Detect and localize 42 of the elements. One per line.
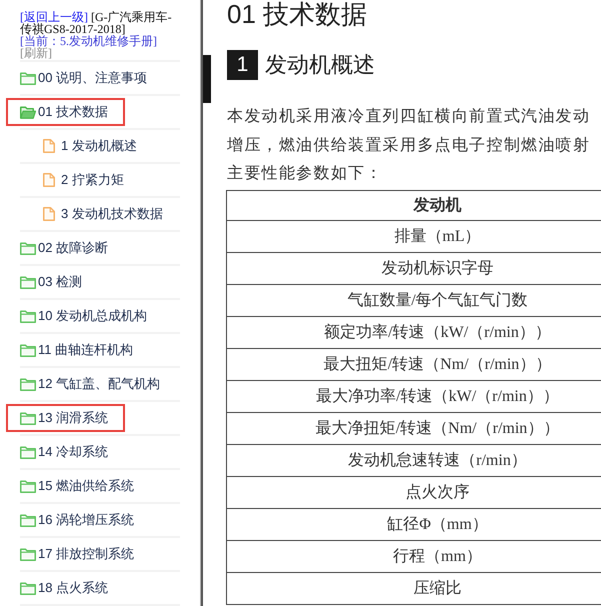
table-cell: 排量（mL） xyxy=(227,220,601,252)
table-cell: 缸径Φ（mm） xyxy=(227,508,601,540)
table-cell: 最大净扭矩/转速（Nm/（r/min）） xyxy=(227,412,601,444)
section-title: 发动机概述 xyxy=(265,51,375,79)
table-cell: 气缸数量/每个气缸气门数 xyxy=(227,284,601,316)
tree-item[interactable]: 00 说明、注意事项 xyxy=(20,62,180,96)
back-link[interactable]: [返回上一级] xyxy=(20,10,88,24)
breadcrumb-text: [返回上一级] [G-广汽乘用车-传祺GS8-2017-2018] xyxy=(20,11,173,35)
tree-item[interactable]: 11 曲轴连杆机构 xyxy=(20,334,180,368)
tree-item[interactable]: 2 拧紧力矩 xyxy=(20,164,180,198)
current-manual-link[interactable]: [当前：5.发动机维修手册] xyxy=(20,35,157,47)
table-header-cell: 发动机 xyxy=(227,190,601,220)
table-cell: 发动机怠速转速（r/min） xyxy=(227,444,601,476)
document-title: 01 技术数据 xyxy=(226,0,368,28)
tree-item[interactable]: 3 发动机技术数据 xyxy=(20,198,180,232)
paragraph-line: 主要性能参数如下： xyxy=(227,164,384,184)
table-cell: 压缩比 xyxy=(227,572,601,604)
page-edge-marker xyxy=(203,55,211,103)
tree-item[interactable]: 01 技术数据 xyxy=(20,96,180,130)
document-icon xyxy=(43,173,55,187)
section-number: 1 xyxy=(227,50,258,80)
tree-item[interactable]: 13 润滑系统 xyxy=(20,402,180,436)
tree-item[interactable]: 03 检测 xyxy=(20,266,180,300)
tree-item[interactable]: 12 气缸盖、配气机构 xyxy=(20,368,180,402)
document-icon xyxy=(43,207,55,221)
tree-item[interactable]: 16 涡轮增压系统 xyxy=(20,504,180,538)
tree-item[interactable]: 15 燃油供给系统 xyxy=(20,470,180,504)
table-cell: 最大扭矩/转速（Nm/（r/min）） xyxy=(227,348,601,380)
tree-item[interactable]: 1 发动机概述 xyxy=(20,130,180,164)
tree-item[interactable]: 14 冷却系统 xyxy=(20,436,180,470)
tree-item[interactable]: 10 发动机总成机构 xyxy=(20,300,180,334)
tree-item[interactable]: 17 排放控制系统 xyxy=(20,538,180,572)
table-cell: 额定功率/转速（kW/（r/min）） xyxy=(227,316,601,348)
table-cell: 最大净功率/转速（kW/（r/min）） xyxy=(227,380,601,412)
table-cell: 发动机标识字母 xyxy=(227,252,601,284)
table-cell: 行程（mm） xyxy=(227,540,601,572)
document-icon xyxy=(43,139,55,153)
table-cell: 点火次序 xyxy=(227,476,601,508)
paragraph-line: 本发动机采用液冷直列四缸横向前置式汽油发动 xyxy=(227,106,592,127)
tree-item[interactable]: 18 点火系统 xyxy=(20,572,180,606)
tree-item[interactable]: 02 故障诊断 xyxy=(20,232,180,266)
paragraph-line: 增压，燃油供给装置采用多点电子控制燃油喷射 xyxy=(227,136,592,156)
